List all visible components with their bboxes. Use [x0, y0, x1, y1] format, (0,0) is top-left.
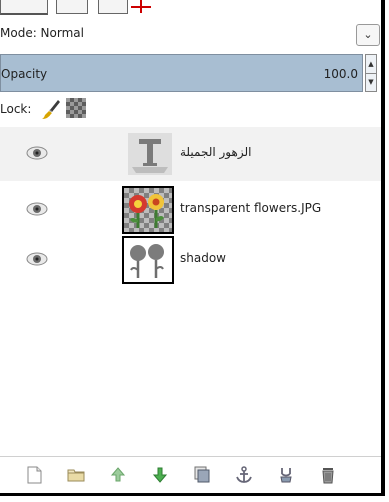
flowers-image-icon: [129, 194, 164, 228]
tool-tabs-strip: [0, 0, 381, 18]
opacity-row: Opacity 100.0 ▲ ▼: [0, 54, 381, 92]
eye-icon[interactable]: [26, 252, 48, 266]
layer-row[interactable]: transparent flowers.JPG: [0, 183, 381, 237]
eye-icon[interactable]: [26, 202, 48, 216]
tab-paths[interactable]: [98, 0, 128, 14]
layers-dock: Mode: Normal ⌄ Opacity 100.0 ▲ ▼ Lock: ا…: [0, 0, 385, 496]
lock-row: Lock:: [0, 96, 381, 124]
lock-label: Lock:: [0, 102, 32, 116]
eye-icon[interactable]: [26, 146, 48, 160]
opacity-label: Opacity: [1, 67, 48, 81]
opacity-spinner[interactable]: ▲ ▼: [365, 54, 377, 92]
anchor-layer-icon[interactable]: [234, 465, 254, 485]
mode-row: Mode: Normal ⌄: [0, 18, 381, 48]
chevron-down-icon: ⌄: [363, 28, 373, 41]
layer-row[interactable]: shadow: [0, 233, 381, 287]
layers-list: الزهور الجميلة transparent flowers.JPG s…: [0, 127, 381, 451]
alpha-checker-icon[interactable]: [66, 98, 86, 118]
tab-layers[interactable]: [0, 0, 48, 15]
opacity-value[interactable]: 100.0: [324, 67, 358, 81]
shadow-flowers-icon: [130, 244, 164, 278]
new-group-icon[interactable]: [66, 465, 86, 485]
layer-name[interactable]: transparent flowers.JPG: [180, 201, 321, 215]
tab-channels[interactable]: [56, 0, 88, 14]
text-layer-icon: [128, 133, 172, 175]
spin-down-icon[interactable]: ▼: [366, 73, 376, 91]
mode-label[interactable]: Mode: Normal: [0, 26, 84, 40]
layer-name[interactable]: shadow: [180, 251, 226, 265]
lower-layer-icon[interactable]: [150, 465, 170, 485]
mode-dropdown-button[interactable]: ⌄: [356, 24, 380, 46]
new-layer-icon[interactable]: [24, 465, 44, 485]
merge-layer-icon[interactable]: [276, 465, 296, 485]
layer-name[interactable]: الزهور الجميلة: [180, 145, 251, 159]
raise-layer-icon[interactable]: [108, 465, 128, 485]
layer-actions-toolbar: [0, 456, 381, 493]
layer-row[interactable]: الزهور الجميلة: [0, 127, 381, 181]
spin-up-icon[interactable]: ▲: [366, 55, 376, 74]
delete-layer-icon[interactable]: [318, 465, 338, 485]
opacity-slider[interactable]: Opacity 100.0: [0, 54, 363, 92]
layer-thumbnail: [122, 236, 174, 284]
layer-thumbnail: [122, 186, 174, 234]
duplicate-layer-icon[interactable]: [192, 465, 212, 485]
pin-icon[interactable]: [131, 0, 151, 13]
paintbrush-icon[interactable]: [40, 98, 62, 120]
